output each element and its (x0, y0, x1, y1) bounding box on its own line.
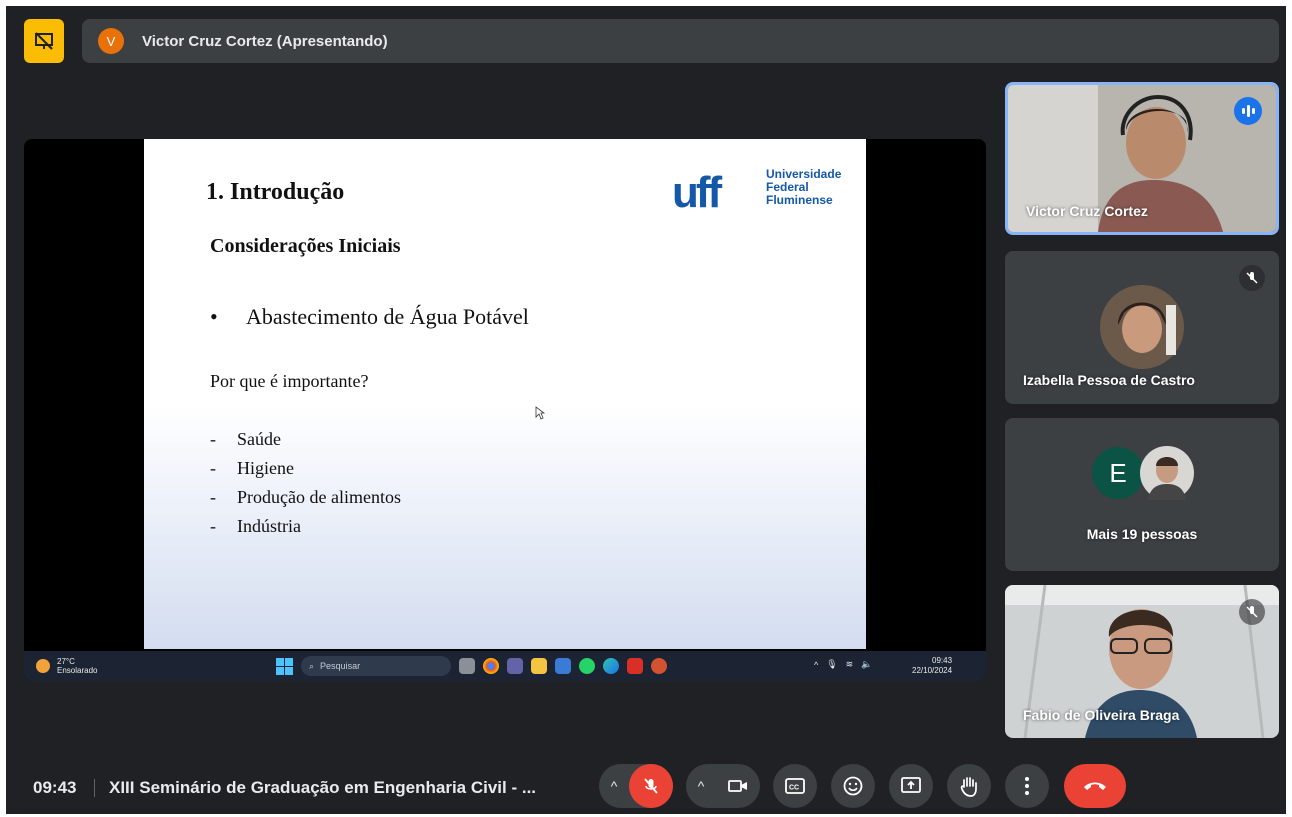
presenter-label: Victor Cruz Cortez (Apresentando) (142, 32, 388, 50)
wifi-icon: ≋ (845, 659, 854, 669)
uff-logo-line3: Fluminense (766, 193, 833, 207)
meeting-title: XIII Seminário de Graduação em Engenhari… (109, 778, 537, 797)
list-item: - Indústria (210, 516, 301, 536)
acrobat-icon (627, 658, 643, 674)
mic-off-icon (1239, 599, 1265, 625)
hand-icon (960, 777, 977, 797)
presentation-off-icon (35, 32, 53, 50)
chevron-up-icon: ^ (814, 659, 819, 670)
camera-icon (728, 780, 747, 792)
bullet-icon: • (210, 304, 218, 329)
search-icon: ⌕ (309, 660, 315, 671)
participant-avatar-photo (1100, 285, 1184, 369)
mic-toggle-button[interactable] (629, 764, 673, 808)
shared-screen: 1. Introdução uff Universidade Federal F… (24, 139, 986, 681)
speaking-indicator-icon (1234, 97, 1262, 125)
captions-button[interactable]: CC (773, 764, 817, 808)
teams-icon (507, 658, 523, 674)
uff-logo-text: Universidade Federal Fluminense (766, 168, 841, 207)
weather-widget: 27°C Ensolarado (36, 657, 97, 675)
camera-toggle-button[interactable] (716, 764, 760, 808)
participant-name: Fabio de Oliveira Braga (1023, 707, 1180, 723)
mic-off-icon (644, 778, 658, 794)
weather-desc: Ensolarado (57, 666, 98, 675)
microphone-icon: 🎙 (826, 659, 838, 669)
emoji-icon (843, 776, 863, 796)
list-item-text: Produção de alimentos (237, 487, 401, 507)
call-end-icon (1084, 782, 1106, 790)
presentation-slide: 1. Introdução uff Universidade Federal F… (144, 139, 866, 649)
mouse-cursor-icon (535, 406, 545, 420)
more-participants-tile[interactable]: E Mais 19 pessoas (1005, 418, 1279, 571)
more-participants-label: Mais 19 pessoas (1086, 526, 1198, 542)
presenter-bar: V Victor Cruz Cortez (Apresentando) (82, 19, 1279, 63)
slide-subtitle: Considerações Iniciais (210, 235, 401, 257)
powerpoint-icon (651, 658, 667, 674)
more-options-button[interactable] (1005, 764, 1049, 808)
participant-tile-fabio[interactable]: Fabio de Oliveira Braga (1005, 585, 1279, 738)
uff-logo-mark: uff (672, 168, 726, 217)
participant-name: Victor Cruz Cortez (1026, 203, 1148, 219)
closed-captions-icon: CC (785, 778, 805, 794)
system-tray: ^ 🎙 ≋ 🔈 (814, 659, 872, 670)
unpin-presentation-button[interactable] (24, 19, 64, 63)
taskbar-apps: ⌕ Pesquisar (276, 656, 667, 676)
taskbar-date: 22/10/2024 (912, 666, 953, 675)
svg-text:CC: CC (789, 785, 799, 792)
file-explorer-icon (531, 658, 547, 674)
list-item-text: Higiene (237, 458, 294, 478)
windows-taskbar: 27°C Ensolarado ⌕ Pesquisar ^ 🎙 ≋ 🔈 09:4… (24, 651, 986, 681)
list-item: - Saúde (210, 429, 281, 449)
taskbar-time: 09:43 (932, 656, 953, 665)
meet-window: V Victor Cruz Cortez (Apresentando) 1. I… (6, 6, 1286, 814)
raise-hand-button[interactable] (947, 764, 991, 808)
taskbar-clock: 09:43 22/10/2024 (912, 656, 952, 676)
participant-avatar-initial: E (1092, 447, 1144, 499)
participant-tile-izabella[interactable]: Izabella Pessoa de Castro (1005, 251, 1279, 404)
slide-list: - Saúde - Higiene - Produção de alimentos -… (210, 429, 401, 545)
list-item-text: Saúde (237, 429, 281, 449)
reactions-button[interactable] (831, 764, 875, 808)
store-icon (555, 658, 571, 674)
chrome-icon (483, 658, 499, 674)
divider (94, 779, 95, 797)
camera-options-chevron-up-icon[interactable]: ^ (686, 778, 716, 794)
participant-avatar-photo (1140, 446, 1194, 500)
meeting-clock: 09:43 (33, 778, 77, 797)
list-item: - Higiene (210, 458, 294, 478)
microphone-control: ^ (599, 764, 673, 808)
participant-name: Izabella Pessoa de Castro (1023, 372, 1195, 388)
uff-logo: uff Universidade Federal Fluminense (672, 165, 852, 217)
slide-bullet: • Abastecimento de Água Potável (210, 304, 529, 330)
present-screen-icon (901, 777, 921, 793)
slide-bullet-text: Abastecimento de Água Potável (246, 304, 529, 329)
list-item-text: Indústria (237, 516, 301, 536)
mic-off-icon (1239, 265, 1265, 291)
task-view-icon (459, 658, 475, 674)
windows-start-icon (276, 657, 293, 675)
present-screen-button[interactable] (889, 764, 933, 808)
slide-question: Por que é importante? (210, 371, 369, 391)
edge-icon (603, 658, 619, 674)
mic-options-chevron-up-icon[interactable]: ^ (599, 778, 629, 794)
whatsapp-icon (579, 658, 595, 674)
uff-logo-letters: uff (672, 168, 723, 217)
sun-icon (36, 659, 50, 673)
taskbar-search-text: Pesquisar (320, 661, 361, 671)
taskbar-search: ⌕ Pesquisar (301, 656, 451, 676)
participant-tile-victor[interactable]: Victor Cruz Cortez (1005, 82, 1279, 235)
slide-title: 1. Introdução (206, 179, 345, 205)
leave-call-button[interactable] (1064, 764, 1126, 808)
weather-temp: 27°C (57, 657, 75, 666)
more-vert-icon (1025, 777, 1029, 795)
list-item: - Produção de alimentos (210, 487, 401, 507)
camera-control: ^ (686, 764, 760, 808)
control-bar: 09:43 XIII Seminário de Graduação em Eng… (6, 758, 1286, 814)
volume-icon: 🔈 (861, 659, 873, 669)
presenter-avatar: V (98, 28, 124, 54)
